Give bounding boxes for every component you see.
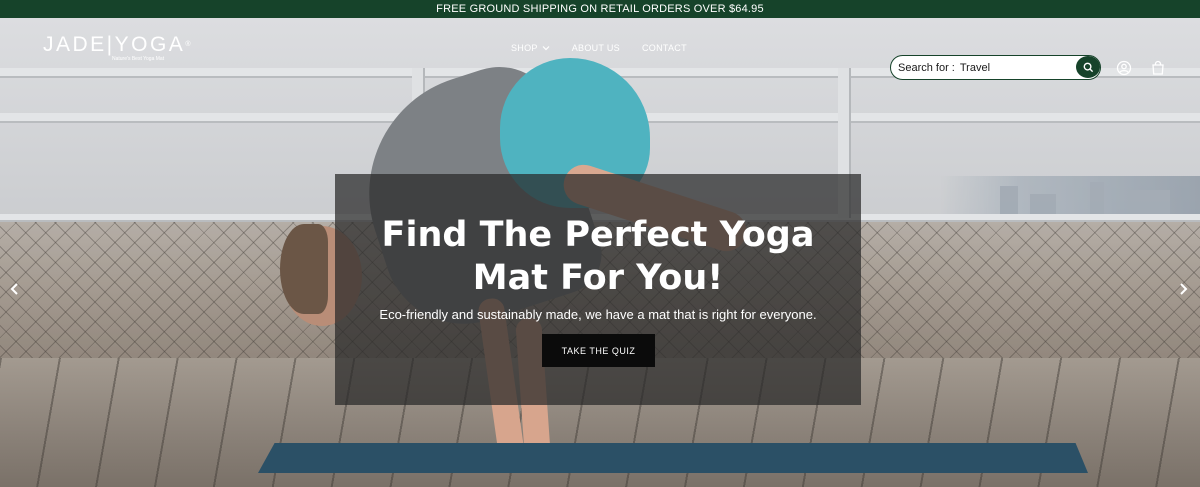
logo-text: JADE|YOGA [43,33,186,56]
nav-item-contact[interactable]: CONTACT [642,43,687,53]
hero-yoga-mat [258,443,1088,473]
logo-tagline: Nature's Best Yoga Mat [112,56,165,62]
account-button[interactable] [1116,60,1132,76]
nav-item-shop[interactable]: SHOP [511,43,550,53]
search-input[interactable] [959,61,1070,74]
account-icon [1116,60,1132,76]
hero-subtext: Eco-friendly and sustainably made, we ha… [379,307,817,322]
announcement-text: FREE GROUND SHIPPING ON RETAIL ORDERS OV… [436,3,764,15]
hero-headline: Find The Perfect Yoga Mat For You! [335,214,861,300]
cart-button[interactable] [1150,60,1166,76]
nav-item-about[interactable]: ABOUT US [572,43,620,53]
hero-person-hair [280,224,328,314]
carousel-prev-button[interactable] [10,282,20,298]
carousel-next-button[interactable] [1178,282,1188,298]
brand-logo[interactable]: JADE|YOGA® Nature's Best Yoga Mat [43,33,193,63]
search-icon [1083,62,1093,72]
search-button[interactable] [1076,56,1100,78]
search-prefix-label: Search for : [898,61,955,74]
search-bar: Search for : [890,55,1101,80]
take-quiz-button[interactable]: TAKE THE QUIZ [542,334,655,367]
chevron-right-icon [1180,283,1188,295]
chevron-left-icon [10,283,18,295]
nav-item-label: CONTACT [641,43,687,53]
hero-headline-line2: Mat For You! [472,258,724,298]
hero-skyline [940,176,1200,216]
hero-headline-line1: Find The Perfect Yoga [381,215,815,255]
logo-trademark: ® [185,41,193,48]
announcement-bar: FREE GROUND SHIPPING ON RETAIL ORDERS OV… [0,0,1200,18]
nav-item-label: ABOUT US [571,43,620,53]
main-nav: SHOP ABOUT US CONTACT [511,43,709,53]
cart-icon [1152,60,1164,75]
nav-item-label: SHOP [511,43,538,53]
chevron-down-icon [542,46,550,51]
hero-overlay: Find The Perfect Yoga Mat For You! Eco-f… [335,174,861,405]
